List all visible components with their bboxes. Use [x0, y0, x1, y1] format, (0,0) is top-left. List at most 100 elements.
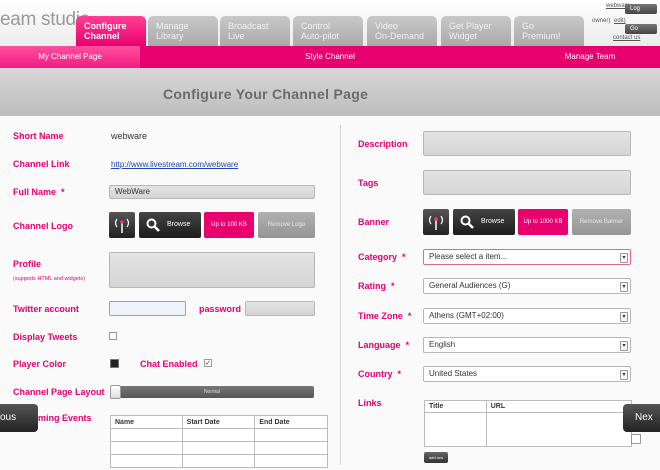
category-label-text: Category: [358, 252, 398, 262]
short-name-label: Short Name: [13, 131, 64, 141]
tab-label-line2: Widget: [449, 31, 478, 41]
slider-value: Normal: [203, 389, 221, 395]
tab-label-line2: On-Demand: [375, 31, 425, 41]
go-button[interactable]: Go: [625, 24, 657, 34]
required-mark: *: [391, 281, 395, 291]
rating-selected: General Audiences (G): [429, 281, 511, 290]
channel-page-layout-label: Channel Page Layout: [13, 387, 105, 397]
table-row[interactable]: [110, 428, 328, 442]
next-button[interactable]: Nex: [623, 404, 660, 432]
display-tweets-checkbox[interactable]: [109, 332, 117, 340]
tags-input[interactable]: [423, 170, 631, 195]
password-label: password: [199, 304, 242, 314]
rating-label-text: Rating: [358, 281, 386, 291]
chat-enabled-label: Chat Enabled: [140, 359, 198, 369]
tab-video-on-demand[interactable]: Video On-Demand: [367, 16, 437, 46]
logo-size-limit: Up to 100 KB: [204, 212, 254, 238]
tab-go-premium[interactable]: Go Premium!: [514, 16, 584, 46]
add-row-button[interactable]: add row: [424, 452, 448, 463]
time-zone-select[interactable]: Athens (GMT+02:00) ▾: [423, 308, 631, 324]
remove-banner-button[interactable]: Remove Banner: [572, 209, 631, 235]
rating-select[interactable]: General Audiences (G) ▾: [423, 278, 631, 294]
time-zone-selected: Athens (GMT+02:00): [429, 311, 504, 320]
subnav-style-channel[interactable]: Style Channel: [250, 46, 410, 68]
events-table: Name Start Date End Date: [110, 415, 328, 468]
tab-label-line1: Go: [522, 21, 535, 31]
twitter-password-input[interactable]: [245, 301, 315, 316]
slider-handle[interactable]: [110, 385, 121, 399]
broadcast-tower-icon: [114, 218, 130, 233]
banner-browse-button[interactable]: Browse: [453, 209, 515, 235]
contact-link[interactable]: contact us: [613, 35, 640, 41]
dropdown-arrow-icon: ▾: [620, 370, 628, 380]
tab-get-player-widget[interactable]: Get Player Widget: [441, 16, 511, 46]
links-label: Links: [358, 398, 382, 408]
page-title: Configure Your Channel Page: [163, 86, 369, 102]
page-header: Configure Your Channel Page: [0, 68, 660, 116]
category-selected: Please select a item...: [429, 252, 508, 261]
language-label-text: Language: [358, 340, 401, 350]
remove-logo-button[interactable]: Remove Logo: [258, 212, 315, 238]
full-name-label-text: Full Name: [13, 187, 57, 197]
twitter-account-label: Twitter account: [13, 304, 79, 314]
broadcast-tower-icon: [428, 215, 444, 230]
category-select[interactable]: Please select a item... ▾: [423, 249, 631, 265]
tab-control-autopilot[interactable]: Control Auto-pilot: [293, 16, 363, 46]
channel-logo-label: Channel Logo: [13, 221, 73, 231]
player-color-swatch[interactable]: [110, 359, 119, 368]
logo-browse-button[interactable]: Browse: [139, 212, 201, 238]
twitter-account-input[interactable]: [109, 301, 186, 316]
tab-manage-library[interactable]: Manage Library: [148, 16, 218, 46]
tab-label-line2: Live: [228, 31, 245, 41]
edit-link[interactable]: edit): [614, 18, 626, 24]
table-row[interactable]: [424, 412, 633, 447]
table-row[interactable]: [110, 441, 328, 455]
links-row-checkbox[interactable]: [631, 434, 641, 444]
tab-label-line1: Manage: [156, 21, 189, 31]
country-selected: United States: [429, 369, 478, 378]
full-name-label: Full Name *: [13, 187, 65, 197]
magnifier-icon: [460, 215, 474, 229]
profile-textarea[interactable]: [109, 252, 315, 288]
required-mark: *: [61, 187, 65, 197]
tab-label-line1: Get Player: [449, 21, 492, 31]
time-zone-label: Time Zone *: [358, 311, 411, 321]
layout-slider[interactable]: Normal: [110, 385, 314, 399]
tab-label-line1: Configure: [84, 21, 127, 31]
browse-label: Browse: [167, 221, 191, 228]
required-mark: *: [405, 340, 410, 350]
subnav-my-channel-page[interactable]: My Channel Page: [0, 46, 140, 68]
events-col-name: Name: [110, 415, 183, 429]
language-selected: English: [429, 340, 456, 349]
required-mark: *: [397, 369, 402, 379]
country-label: Country *: [358, 369, 401, 379]
time-zone-label-text: Time Zone: [358, 311, 403, 321]
language-label: Language *: [358, 340, 409, 350]
tab-label-line2: Library: [156, 31, 184, 41]
full-name-input[interactable]: WebWare: [109, 185, 315, 199]
chat-enabled-checkbox[interactable]: ✓: [204, 359, 212, 367]
profile-hint: (supports HTML and widgets): [13, 276, 85, 282]
upcoming-events-label: ming Events: [38, 413, 92, 423]
tags-label: Tags: [358, 178, 379, 188]
display-tweets-label: Display Tweets: [13, 332, 78, 342]
column-divider: [340, 125, 341, 465]
links-col-title: Title: [424, 400, 487, 413]
tab-label-line2: Premium!: [522, 31, 561, 41]
tab-configure-channel[interactable]: Configure Channel: [76, 16, 146, 46]
country-select[interactable]: United States ▾: [423, 366, 631, 382]
short-name-value: webware: [111, 131, 148, 141]
channel-link[interactable]: http://www.livestream.com/webware: [111, 160, 238, 169]
description-input[interactable]: [423, 131, 631, 156]
dropdown-arrow-icon: ▾: [620, 253, 628, 263]
category-label: Category *: [358, 252, 406, 262]
dropdown-arrow-icon: ▾: [620, 312, 628, 322]
table-row[interactable]: [110, 454, 328, 468]
language-select[interactable]: English ▾: [423, 337, 631, 353]
logout-button[interactable]: Log: [625, 4, 657, 14]
owner-label: owner): [592, 18, 611, 24]
tab-broadcast-live[interactable]: Broadcast Live: [220, 16, 290, 46]
subnav-manage-team[interactable]: Manage Team: [540, 46, 640, 68]
top-bar: eam studio Configure Channel Manage Libr…: [0, 0, 660, 46]
previous-button[interactable]: ous: [0, 404, 38, 432]
